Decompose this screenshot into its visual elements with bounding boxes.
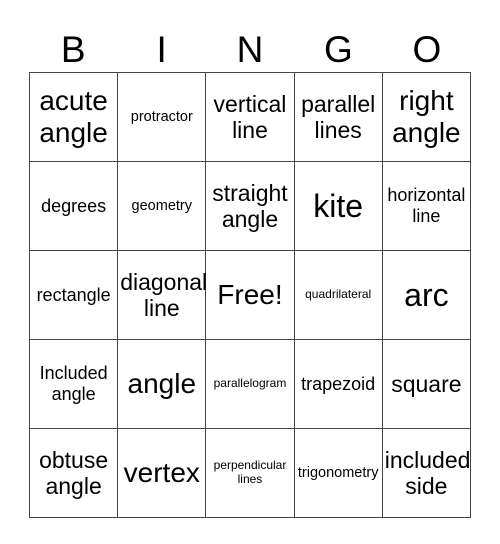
bingo-cell[interactable]: acute angle: [28, 72, 119, 162]
header-letter-i: I: [156, 29, 167, 70]
bingo-row: rectangle diagonal line Free! quadrilate…: [28, 250, 472, 340]
bingo-row: acute angle protractor vertical line par…: [28, 72, 472, 162]
bingo-cell[interactable]: vertex: [117, 428, 207, 518]
bingo-row: Included angle angle parallelogram trape…: [28, 339, 472, 429]
bingo-cell[interactable]: kite: [293, 161, 383, 251]
bingo-cell[interactable]: vertical line: [205, 72, 295, 162]
header-letter-b: B: [60, 29, 86, 70]
bingo-cell[interactable]: perpendicular lines: [205, 428, 295, 518]
bingo-cell[interactable]: rectangle: [28, 250, 119, 340]
header-letter-o: O: [412, 29, 442, 70]
bingo-cell[interactable]: protractor: [117, 72, 207, 162]
bingo-cell[interactable]: right angle: [381, 72, 472, 162]
header-letter-g: G: [324, 29, 353, 70]
bingo-cell[interactable]: arc: [381, 250, 472, 340]
bingo-cell[interactable]: geometry: [117, 161, 207, 251]
bingo-cell[interactable]: horizontal line: [381, 161, 472, 251]
bingo-card: acute angle protractor vertical line par…: [28, 72, 472, 518]
bingo-cell[interactable]: included side: [381, 428, 472, 518]
bingo-cell[interactable]: degrees: [28, 161, 119, 251]
bingo-cell[interactable]: quadrilateral: [293, 250, 383, 340]
bingo-row: degrees geometry straight angle kite hor…: [28, 161, 472, 251]
bingo-cell[interactable]: parallel lines: [293, 72, 383, 162]
bingo-row: obtuse angle vertex perpendicular lines …: [28, 428, 472, 518]
free-space-cell[interactable]: Free!: [205, 250, 295, 340]
bingo-header: B I N G O: [29, 28, 471, 72]
bingo-cell[interactable]: trapezoid: [293, 339, 383, 429]
bingo-cell[interactable]: diagonal line: [117, 250, 207, 340]
bingo-cell[interactable]: trigonometry: [293, 428, 383, 518]
bingo-cell[interactable]: square: [381, 339, 472, 429]
bingo-cell[interactable]: Included angle: [28, 339, 119, 429]
bingo-cell[interactable]: obtuse angle: [28, 428, 119, 518]
header-letter-n: N: [236, 29, 264, 70]
bingo-cell[interactable]: angle: [117, 339, 207, 429]
bingo-cell[interactable]: parallelogram: [205, 339, 295, 429]
bingo-cell[interactable]: straight angle: [205, 161, 295, 251]
